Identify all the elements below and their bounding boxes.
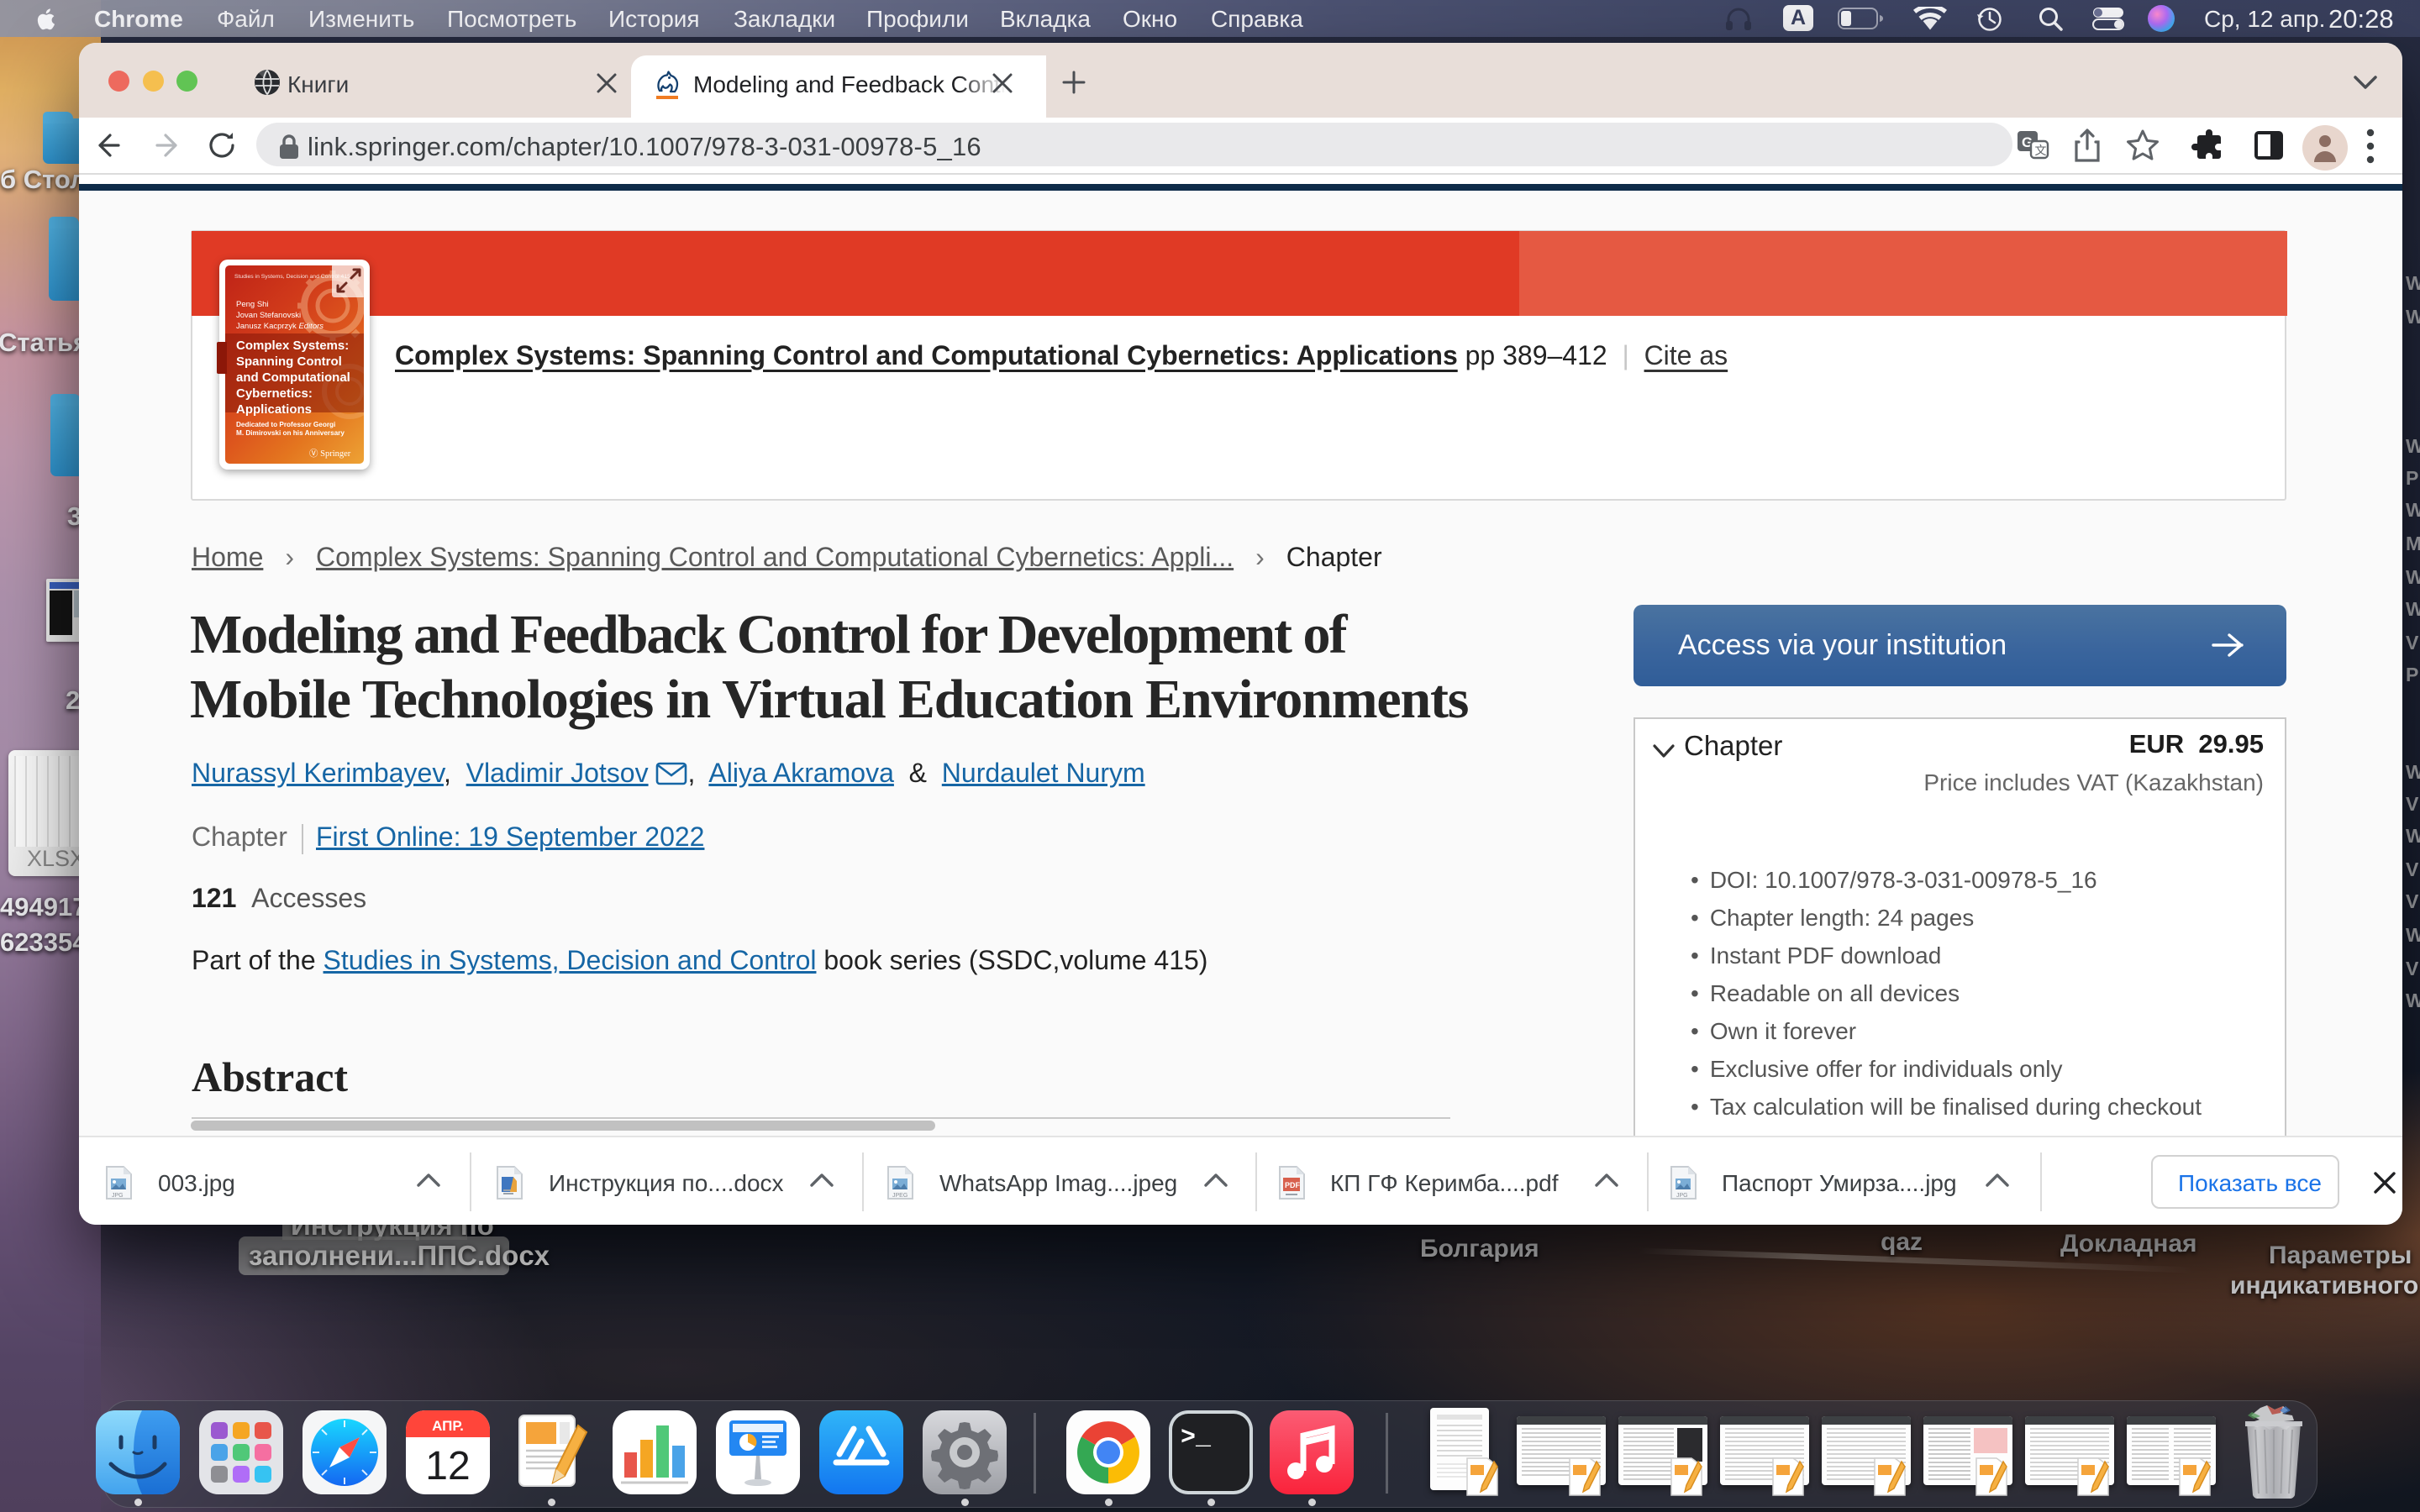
svg-text:Janusz Kacprzyk Editors: Janusz Kacprzyk Editors xyxy=(236,322,324,331)
svg-text:Ⓥ Springer: Ⓥ Springer xyxy=(309,449,351,459)
svg-text:and Computational: and Computational xyxy=(236,370,350,385)
svg-text:АПР.: АПР. xyxy=(432,1418,464,1434)
svg-text:文: 文 xyxy=(2035,144,2047,157)
svg-text:Complex Systems:: Complex Systems: xyxy=(236,339,349,353)
svg-text:Dedicated to Professor Georgi: Dedicated to Professor Georgi xyxy=(236,421,335,428)
svg-text:>_: >_ xyxy=(1181,1424,1212,1452)
svg-text:JPG: JPG xyxy=(1676,1193,1688,1199)
svg-text:Peng Shi: Peng Shi xyxy=(236,300,269,309)
svg-text:Spanning Control: Spanning Control xyxy=(236,354,342,369)
svg-text:M. Dimirovski on his Anniversa: M. Dimirovski on his Anniversary xyxy=(236,429,345,437)
svg-text:JPG: JPG xyxy=(112,1193,124,1199)
svg-text:Cybernetics:: Cybernetics: xyxy=(236,386,313,401)
svg-text:12: 12 xyxy=(425,1444,470,1488)
svg-text:JPEG: JPEG xyxy=(892,1193,908,1199)
svg-text:PDF: PDF xyxy=(1285,1181,1301,1189)
svg-text:Jovan Stefanovski: Jovan Stefanovski xyxy=(236,311,301,320)
svg-text:Applications: Applications xyxy=(236,402,312,417)
